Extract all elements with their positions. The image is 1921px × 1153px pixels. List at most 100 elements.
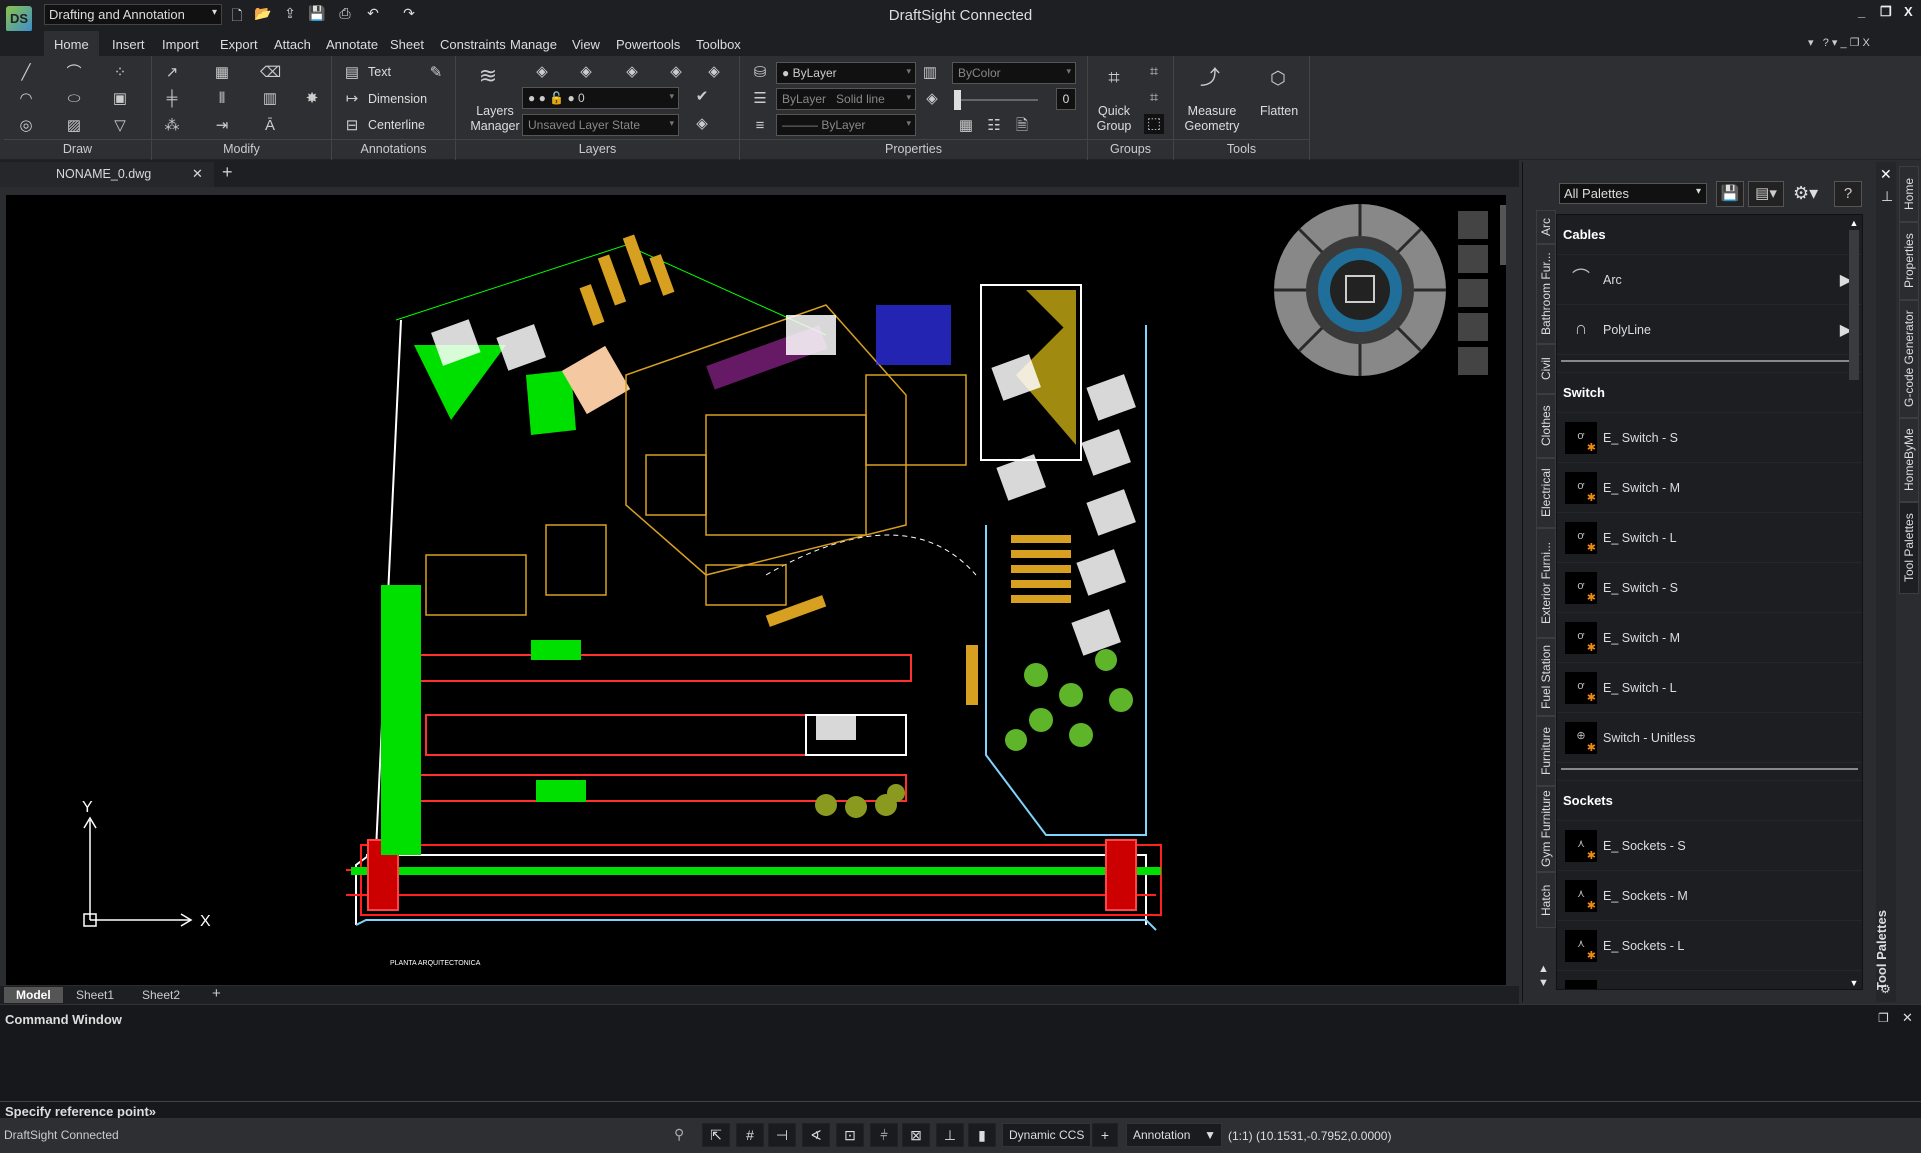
arc-icon[interactable]: ◠	[16, 89, 36, 109]
palette-item[interactable]: ⌒ Arc ▶	[1557, 255, 1862, 305]
palette-item[interactable]: ơ ✱ E_ Switch - M	[1557, 613, 1862, 663]
layers-manager-button[interactable]: Layers Manager	[470, 104, 520, 134]
tab-manage[interactable]: Manage	[502, 34, 565, 55]
ellipse-icon[interactable]: ⬭	[64, 89, 84, 109]
ungroup-icon[interactable]: ⌗	[1144, 62, 1164, 82]
close-tab-icon[interactable]: ✕	[192, 166, 203, 182]
explode-icon[interactable]: ✸	[302, 89, 322, 109]
palette-item[interactable]: ơ ✱ E_ Switch - L	[1557, 663, 1862, 713]
side-tab-3[interactable]: Clothes	[1536, 394, 1556, 458]
tab-model[interactable]: Model	[4, 987, 63, 1003]
lineweight-toggle-icon[interactable]: ⊠	[902, 1123, 930, 1147]
linestyle-dropdown[interactable]: ByLayer Solid line	[776, 88, 916, 110]
snap-icon[interactable]: ⇱	[702, 1123, 730, 1147]
color-dropdown[interactable]: ● ByLayer	[776, 62, 916, 84]
tab-insert[interactable]: Insert	[104, 34, 153, 55]
right-tab-home[interactable]: Home	[1899, 166, 1919, 222]
add-sheet-button[interactable]: +	[200, 984, 233, 1003]
hatch-icon[interactable]: ▨	[64, 116, 84, 136]
side-tab-7[interactable]: Furniture	[1536, 716, 1556, 786]
pattern-icon[interactable]: ▥	[920, 63, 940, 83]
crosshair-icon[interactable]: +	[1092, 1123, 1118, 1147]
flatten-icon[interactable]: ⬡	[1268, 68, 1288, 88]
new-tab-button[interactable]: +	[222, 162, 233, 183]
tab-sheet[interactable]: Sheet	[382, 34, 432, 55]
flatten-button[interactable]: Flatten	[1260, 104, 1298, 118]
boundary-icon[interactable]: ▣	[110, 89, 130, 109]
view-toolbar[interactable]	[1458, 205, 1506, 375]
layer-lock-icon[interactable]: ◈	[622, 62, 642, 82]
layer-icon[interactable]: ◈	[532, 62, 552, 82]
layers-manager-icon[interactable]: ≋	[478, 65, 498, 87]
side-tab-4[interactable]: Electrical	[1536, 458, 1556, 528]
help-icon[interactable]: ?	[1834, 181, 1862, 207]
erase-icon[interactable]: ⌫	[260, 63, 281, 83]
tab-home[interactable]: Home	[44, 31, 99, 57]
layer-isolate-icon[interactable]: ◈	[576, 62, 596, 82]
palette-item[interactable]: ⋏ ✱ E_ Sockets - M	[1557, 871, 1862, 921]
grid-icon[interactable]: #	[736, 1123, 764, 1147]
document-icon[interactable]: 🗎	[1012, 116, 1032, 136]
measure-geometry-button[interactable]: Measure Geometry	[1180, 104, 1244, 134]
palette-close-icon[interactable]: ✕	[1880, 166, 1892, 183]
circle-icon[interactable]: ◎	[16, 116, 36, 136]
region-icon[interactable]: ▽	[110, 116, 130, 136]
ortho-icon[interactable]: ⊣	[768, 1123, 796, 1147]
layer-find-icon[interactable]: ◈	[666, 62, 686, 82]
palette-item[interactable]: ơ ✱ E_ Switch - L	[1557, 513, 1862, 563]
layer-dropdown[interactable]: ● ● 🔓 ● 0	[522, 87, 679, 109]
palette-item[interactable]: ⋏ ✱ E_ Sockets - L	[1557, 921, 1862, 971]
command-prompt[interactable]: Specify reference point»	[0, 1101, 1921, 1119]
document-tab[interactable]: NONAME_0.dwg ✕	[0, 162, 214, 187]
right-tab-properties[interactable]: Properties	[1899, 222, 1919, 300]
transparency-value[interactable]: 0	[1056, 88, 1076, 110]
make-current-icon[interactable]: ✔	[692, 87, 712, 107]
palette-item[interactable]: ơ ✱ E_ Switch - S	[1557, 563, 1862, 613]
palette-selector[interactable]: All Palettes	[1559, 183, 1707, 204]
properties-list-icon[interactable]: ☷	[984, 116, 1004, 136]
tab-import[interactable]: Import	[154, 34, 207, 55]
array-icon[interactable]: ⁂	[162, 116, 182, 136]
quick-group-button[interactable]: Quick Group	[1094, 104, 1134, 134]
tab-toolbox[interactable]: Toolbox	[688, 34, 749, 55]
layer-prev-icon[interactable]: ◈	[704, 62, 724, 82]
save-palette-icon[interactable]: 💾	[1716, 181, 1744, 207]
transparency-dropdown[interactable]: ByColor	[952, 62, 1076, 84]
model-toggle-icon[interactable]: ▮	[968, 1123, 996, 1147]
layer-state-icon[interactable]: ◈	[692, 114, 712, 134]
edit-group-icon[interactable]: ⌗	[1144, 88, 1164, 108]
side-tab-scroll[interactable]: ▲ ▼	[1538, 962, 1549, 990]
tab-view[interactable]: View	[564, 34, 608, 55]
measure-icon[interactable]: ⤴	[1200, 68, 1220, 88]
group-select-icon[interactable]: ⬚	[1144, 114, 1164, 134]
tab-annotate[interactable]: Annotate	[318, 34, 386, 55]
lineweight-dropdown[interactable]: ——— ByLayer	[776, 114, 916, 136]
transparency-slider[interactable]	[954, 90, 1038, 110]
side-tab-1[interactable]: Bathroom Fur...	[1536, 244, 1556, 344]
points-icon[interactable]: ⁘	[110, 63, 130, 83]
pin-icon[interactable]: ⚲	[674, 1126, 684, 1143]
restore-button[interactable]: ❐	[1880, 4, 1892, 20]
trim-icon[interactable]: ╪	[162, 89, 182, 109]
side-tab-0[interactable]: Arc	[1536, 210, 1556, 244]
side-tab-6[interactable]: Fuel Station	[1536, 638, 1556, 716]
right-tab-homebyme[interactable]: HomeByMe	[1899, 418, 1919, 502]
side-tab-9[interactable]: Hatch	[1536, 872, 1556, 928]
right-tab-tool-palettes[interactable]: Tool Palettes	[1899, 502, 1919, 594]
quick-input-icon[interactable]: ⊥	[936, 1123, 964, 1147]
mirror-icon[interactable]: ⫴	[212, 89, 232, 109]
palette-scrollbar[interactable]: ▲ ▼	[1847, 218, 1861, 988]
tab-powertools[interactable]: Powertools	[608, 34, 688, 55]
centerline-button[interactable]: Centerline	[368, 118, 425, 132]
pin-panel-icon[interactable]: ⊥	[1881, 188, 1893, 205]
polar-icon[interactable]: ∢	[802, 1123, 830, 1147]
palette-item[interactable]: ⊕ ✱ Switch - Unitless	[1557, 713, 1862, 763]
pattern-icon[interactable]: ▦	[212, 63, 232, 83]
palette-settings-icon[interactable]: ⚙	[1880, 982, 1891, 996]
palette-item[interactable]: ơ ✱ E_ Switch - S	[1557, 413, 1862, 463]
text-button[interactable]: Text	[368, 65, 391, 79]
minimize-button[interactable]: _	[1858, 4, 1865, 19]
quick-group-icon[interactable]: ⌗	[1104, 68, 1124, 88]
list-icon[interactable]: ▦	[956, 116, 976, 136]
tab-sheet1[interactable]: Sheet1	[64, 987, 126, 1003]
